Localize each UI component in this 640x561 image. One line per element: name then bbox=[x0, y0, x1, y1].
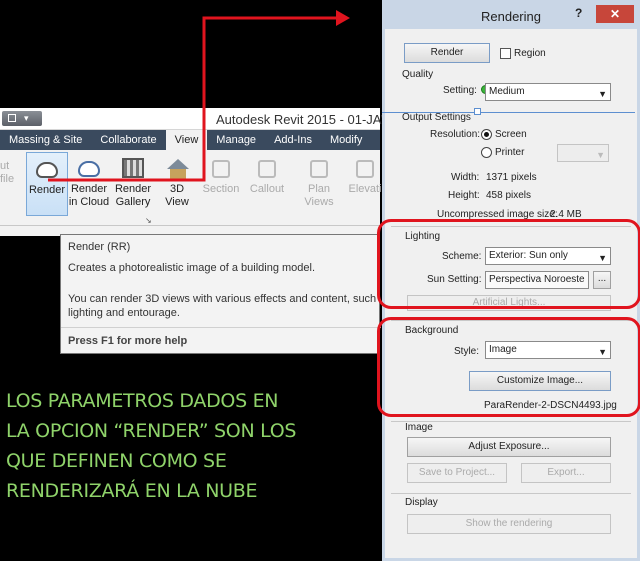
cloud-teapot-icon bbox=[78, 161, 100, 177]
render-gallery-label-1: Render bbox=[114, 183, 152, 195]
application-menu-button[interactable]: ▾ bbox=[2, 111, 42, 126]
screen-radio[interactable] bbox=[481, 129, 492, 140]
render-gallery-label-2: Gallery bbox=[115, 196, 151, 208]
house-icon bbox=[167, 159, 189, 169]
elevation-label: Elevati bbox=[348, 183, 382, 195]
save-to-project-button[interactable]: Save to Project... bbox=[407, 463, 507, 483]
section-icon bbox=[212, 160, 230, 178]
render-dialog-button[interactable]: Render bbox=[404, 43, 490, 63]
callout-button[interactable]: Callout bbox=[246, 152, 288, 216]
tab-add-ins[interactable]: Add-Ins bbox=[265, 130, 321, 150]
height-value: 458 pixels bbox=[486, 190, 532, 201]
note-line-2: LA OPCION “RENDER” SON LOS bbox=[6, 420, 297, 442]
tooltip-more-line-1: You can render 3D views with various eff… bbox=[68, 293, 378, 305]
resize-handle-icon[interactable] bbox=[474, 108, 481, 115]
gallery-icon bbox=[122, 158, 144, 178]
app-menu-icon bbox=[8, 114, 16, 122]
printer-label: Printer bbox=[495, 147, 525, 158]
section-button[interactable]: Section bbox=[200, 152, 242, 216]
render-cloud-label-1: Render bbox=[70, 183, 108, 195]
dialog-title: Rendering bbox=[481, 9, 541, 24]
tooltip-divider bbox=[61, 327, 381, 328]
panel-expand-icon[interactable]: ↘ bbox=[145, 216, 152, 225]
tab-modify[interactable]: Modify bbox=[321, 130, 371, 150]
rendering-dialog: Rendering ? ✕ Render Region Quality Sett… bbox=[377, 0, 640, 561]
quality-group-label: Quality bbox=[402, 69, 434, 80]
width-label: Width: bbox=[451, 172, 480, 183]
chevron-down-icon: ▼ bbox=[596, 150, 605, 160]
3d-view-button[interactable]: 3D View bbox=[156, 152, 198, 216]
ribbon-panel: ut file Render Render in Cloud Render Gal… bbox=[0, 150, 382, 226]
tab-manage[interactable]: Manage bbox=[207, 130, 265, 150]
dropdown-arrow-icon: ▾ bbox=[24, 113, 29, 123]
elevation-icon bbox=[356, 160, 374, 178]
dialog-body: Render Region Quality Setting: Medium ▼ … bbox=[377, 29, 640, 558]
screen-label: Screen bbox=[495, 129, 527, 140]
tooltip-more-line-2: lighting and entourage. bbox=[68, 307, 180, 319]
tab-collaborate[interactable]: Collaborate bbox=[91, 130, 165, 150]
annotation-note: LOS PARAMETROS DADOS EN LA OPCION “RENDE… bbox=[6, 386, 376, 506]
lighting-highlight bbox=[377, 219, 640, 309]
render-button[interactable]: Render bbox=[26, 152, 68, 216]
chevron-down-icon: ▼ bbox=[598, 89, 607, 99]
render-in-cloud-button[interactable]: Render in Cloud bbox=[68, 152, 110, 216]
render-tooltip: Render (RR) Creates a photorealistic ima… bbox=[60, 234, 381, 354]
note-line-1: LOS PARAMETROS DADOS EN bbox=[6, 390, 279, 412]
note-line-3: QUE DEFINEN COMO SE bbox=[6, 450, 227, 472]
tooltip-description: Creates a photorealistic image of a buil… bbox=[68, 262, 316, 274]
revit-titlebar: ▾ Autodesk Revit 2015 - 01-JAW bbox=[0, 108, 393, 130]
callout-icon bbox=[258, 160, 276, 178]
section-label: Section bbox=[202, 183, 240, 195]
plan-views-button[interactable]: Plan Views bbox=[298, 152, 340, 216]
setting-label: Setting: bbox=[443, 85, 477, 96]
dialog-titlebar[interactable]: Rendering ? ✕ bbox=[385, 3, 637, 29]
region-checkbox[interactable] bbox=[500, 48, 511, 59]
printer-dpi-select[interactable]: ▼ bbox=[557, 144, 609, 162]
output-group-label: Output Settings bbox=[402, 112, 471, 123]
revit-window-title: Autodesk Revit 2015 - 01-JAW bbox=[216, 112, 394, 127]
elevation-button[interactable]: Elevati bbox=[344, 152, 386, 216]
region-label: Region bbox=[514, 48, 546, 59]
tooltip-more: You can render 3D views with various eff… bbox=[68, 292, 378, 320]
width-value: 1371 pixels bbox=[486, 172, 537, 183]
house-body bbox=[170, 169, 186, 179]
image-group-label: Image bbox=[405, 422, 433, 433]
ribbon-tabs: Massing & Site Collaborate View Manage A… bbox=[0, 130, 380, 150]
note-line-4: RENDERIZARÁ EN LA NUBE bbox=[6, 480, 258, 502]
callout-label: Callout bbox=[249, 183, 285, 195]
quality-setting-select[interactable]: Medium ▼ bbox=[485, 83, 611, 101]
3d-view-label-2: View bbox=[165, 196, 189, 208]
3d-view-label-1: 3D bbox=[169, 183, 185, 195]
render-button-label: Render bbox=[28, 184, 66, 196]
tab-view[interactable]: View bbox=[165, 130, 208, 150]
revit-ribbon: ▾ Autodesk Revit 2015 - 01-JAW Massing &… bbox=[0, 108, 393, 236]
display-divider bbox=[391, 493, 631, 494]
resolution-label: Resolution: bbox=[430, 129, 481, 140]
teapot-icon bbox=[36, 162, 58, 178]
plan-views-label-1: Plan bbox=[307, 183, 331, 195]
export-button[interactable]: Export... bbox=[521, 463, 611, 483]
render-cloud-label-2: in Cloud bbox=[68, 196, 110, 208]
tooltip-help: Press F1 for more help bbox=[68, 335, 188, 347]
quality-setting-value: Medium bbox=[489, 86, 525, 97]
height-label: Height: bbox=[448, 190, 480, 201]
printer-radio[interactable] bbox=[481, 147, 492, 158]
display-group-label: Display bbox=[405, 497, 438, 508]
tooltip-title: Render (RR) bbox=[68, 241, 131, 253]
partial-button-label: ut file bbox=[0, 160, 15, 185]
render-gallery-button[interactable]: Render Gallery bbox=[112, 152, 154, 216]
plan-views-label-2: Views bbox=[304, 196, 334, 208]
tab-massing-site[interactable]: Massing & Site bbox=[0, 130, 91, 150]
close-button[interactable]: ✕ bbox=[596, 5, 634, 23]
background-highlight bbox=[377, 317, 640, 417]
plan-views-icon bbox=[310, 160, 328, 178]
help-icon[interactable]: ? bbox=[575, 6, 582, 20]
adjust-exposure-button[interactable]: Adjust Exposure... bbox=[407, 437, 611, 457]
show-rendering-button[interactable]: Show the rendering bbox=[407, 514, 611, 534]
